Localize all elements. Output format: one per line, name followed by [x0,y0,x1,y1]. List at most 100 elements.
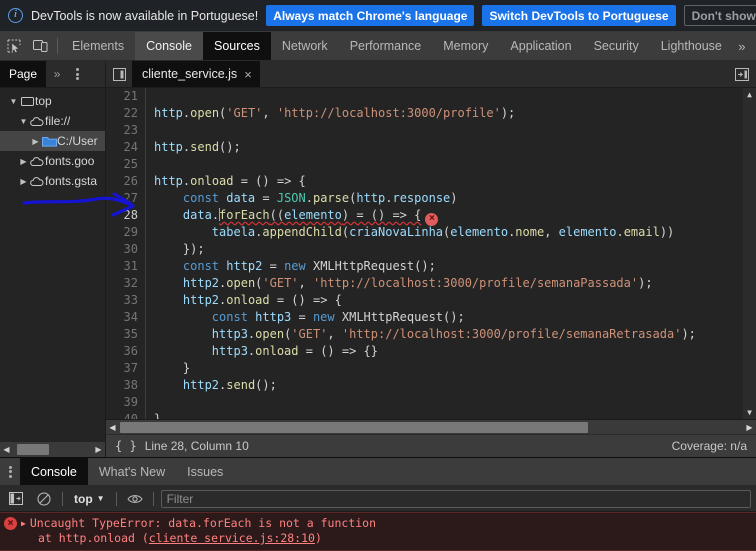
tab-elements[interactable]: Elements [61,32,135,60]
line-number[interactable]: 21 [106,88,138,105]
line-number[interactable]: 28 [106,207,138,224]
code-line[interactable] [154,394,756,411]
navigator-horizontal-scrollbar[interactable]: ◀ ▶ [0,442,105,457]
tab-sources[interactable]: Sources [202,32,271,60]
line-number[interactable]: 26 [106,173,138,190]
line-number[interactable]: 32 [106,275,138,292]
file-tree[interactable]: ▼ top ▼ file:// ▶ C:/User ▶ fonts.goo ▶ … [0,88,105,442]
drawer-tab-issues[interactable]: Issues [176,458,234,485]
line-number[interactable]: 22 [106,105,138,122]
scroll-left-arrow-icon[interactable]: ◀ [0,445,13,454]
tab-security[interactable]: Security [583,32,650,60]
console-filter-input[interactable] [160,489,751,508]
clear-console-icon[interactable] [33,488,55,510]
tab-application[interactable]: Application [499,32,582,60]
line-number[interactable]: 29 [106,224,138,241]
tree-item-fonts-gstatic[interactable]: ▶ fonts.gsta [0,171,105,191]
scrollbar-thumb[interactable] [120,421,588,433]
scroll-left-arrow-icon[interactable]: ◀ [106,423,119,432]
line-number[interactable]: 33 [106,292,138,309]
tree-item-top[interactable]: ▼ top [0,91,105,111]
show-debugger-icon[interactable] [728,61,756,87]
scroll-up-arrow-icon[interactable]: ▲ [747,88,752,101]
code-line[interactable]: } [154,360,756,377]
line-number[interactable]: 30 [106,241,138,258]
code-line[interactable]: http2.send(); [154,377,756,394]
line-number[interactable]: 37 [106,360,138,377]
code-line[interactable]: http3.onload = () => {} [154,343,756,360]
code-line[interactable]: http.onload = () => { [154,173,756,190]
code-line[interactable]: const http2 = new XMLHttpRequest(); [154,258,756,275]
code-line[interactable]: http.send(); [154,139,756,156]
scrollbar-thumb[interactable] [17,444,49,455]
show-navigator-icon[interactable] [106,61,132,87]
inspect-element-icon[interactable] [0,32,27,60]
twisty-closed-icon[interactable]: ▶ [18,157,29,166]
code-line[interactable]: http3.open('GET', 'http://localhost:3000… [154,326,756,343]
line-number[interactable]: 35 [106,326,138,343]
code-line[interactable]: const http3 = new XMLHttpRequest(); [154,309,756,326]
more-tabs-chevron-icon[interactable]: » [733,32,751,60]
code-line[interactable]: http2.onload = () => { [154,292,756,309]
expand-triangle-icon[interactable]: ▶ [21,516,26,531]
code-line[interactable]: const data = JSON.parse(http.response) [154,190,756,207]
twisty-closed-icon[interactable]: ▶ [18,177,29,186]
code-line[interactable]: data.forEach((elemento) = () => {× [154,207,756,226]
code-line[interactable] [154,122,756,139]
code-line[interactable] [154,156,756,173]
live-expression-icon[interactable] [124,488,146,510]
console-error-message[interactable]: × ▶ Uncaught TypeError: data.forEach is … [0,512,756,551]
navigator-kebab-menu-icon[interactable] [68,61,86,87]
code-line[interactable] [154,88,756,105]
close-icon[interactable]: × [244,68,252,81]
code-line[interactable]: http2.open('GET', 'http://localhost:3000… [154,275,756,292]
tab-console[interactable]: Console [135,32,203,60]
tab-performance[interactable]: Performance [339,32,433,60]
tree-item-file-protocol[interactable]: ▼ file:// [0,111,105,131]
editor-vertical-scrollbar[interactable]: ▲ ▼ [743,88,756,419]
drawer-tab-console[interactable]: Console [20,458,88,485]
device-toolbar-icon[interactable] [27,32,54,60]
console-sidebar-icon[interactable] [5,488,27,510]
stack-source-link[interactable]: cliente service.js:28:10 [149,531,315,545]
always-match-language-button[interactable]: Always match Chrome's language [266,5,475,26]
line-number[interactable]: 39 [106,394,138,411]
line-number[interactable]: 27 [106,190,138,207]
line-number[interactable]: 34 [106,309,138,326]
dont-show-again-button[interactable]: Don't show again [683,5,756,26]
tab-network[interactable]: Network [271,32,339,60]
scroll-right-arrow-icon[interactable]: ▶ [743,423,756,432]
navigator-overflow-chevron-icon[interactable]: » [46,61,68,87]
tab-lighthouse[interactable]: Lighthouse [650,32,733,60]
line-number[interactable]: 38 [106,377,138,394]
line-number[interactable]: 25 [106,156,138,173]
code-content[interactable]: http.open('GET', 'http://localhost:3000/… [146,88,756,419]
scrollbar-track[interactable] [743,101,756,406]
code-line[interactable]: tabela.appendChild(criaNovaLinha(element… [154,224,756,241]
code-line[interactable]: } [154,411,756,419]
scroll-right-arrow-icon[interactable]: ▶ [92,445,105,454]
code-line[interactable]: http.open('GET', 'http://localhost:3000/… [154,105,756,122]
tree-item-fonts-googleapis[interactable]: ▶ fonts.goo [0,151,105,171]
line-number[interactable]: 23 [106,122,138,139]
line-number[interactable]: 40 [106,411,138,419]
editor-tab-cliente-service-js[interactable]: cliente_service.js × [132,61,260,87]
line-number[interactable]: 36 [106,343,138,360]
chevron-down-icon[interactable]: ▼ [97,494,105,503]
scroll-down-arrow-icon[interactable]: ▼ [747,406,752,419]
twisty-closed-icon[interactable]: ▶ [30,137,41,146]
drawer-kebab-menu-icon[interactable] [0,458,20,485]
tab-memory[interactable]: Memory [432,32,499,60]
code-line[interactable]: }); [154,241,756,258]
switch-devtools-language-button[interactable]: Switch DevTools to Portuguese [482,5,676,26]
line-number[interactable]: 24 [106,139,138,156]
editor-horizontal-scrollbar[interactable]: ◀ ▶ [106,419,756,434]
twisty-open-icon[interactable]: ▼ [8,97,19,106]
twisty-open-icon[interactable]: ▼ [18,117,29,126]
drawer-tab-whats-new[interactable]: What's New [88,458,176,485]
pretty-print-icon[interactable]: { } [115,439,137,453]
line-number[interactable]: 31 [106,258,138,275]
execution-context-selector[interactable]: top ▼ [70,492,109,506]
code-editor[interactable]: 21 22 23 24 25 26 27 28 29 30 31 32 33 34 35 36 37 38 39 40… [106,88,756,419]
navigator-tab-page[interactable]: Page [0,61,47,87]
